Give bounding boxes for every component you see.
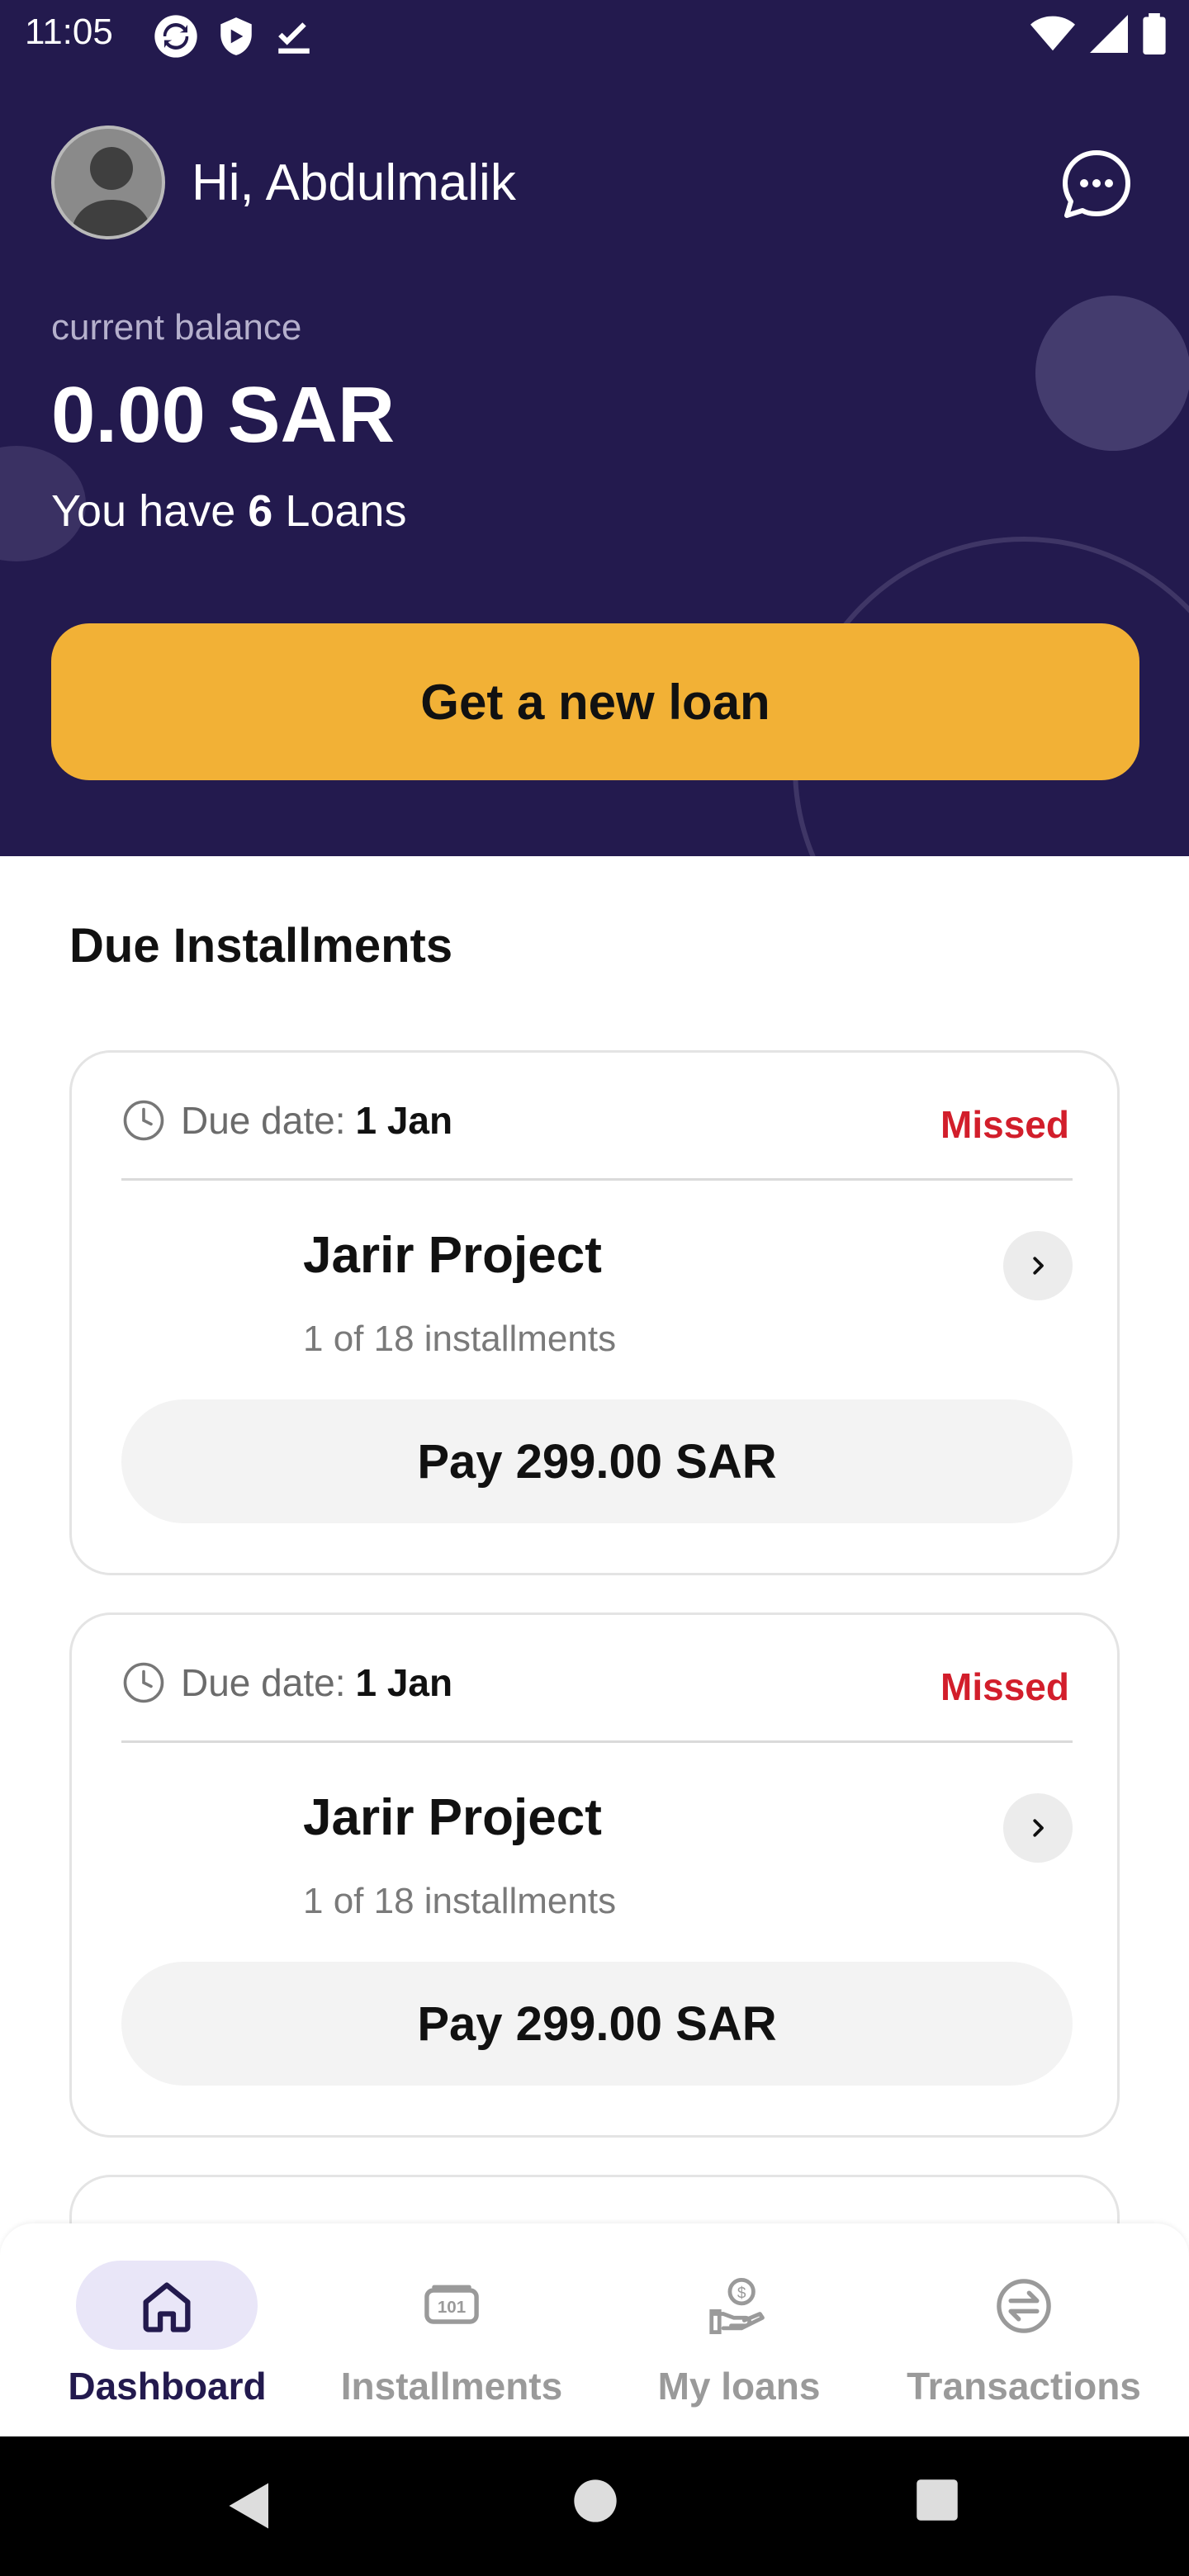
chevron-right-icon [1033,1819,1044,1837]
project-name: Jarir Project [303,1227,602,1284]
user-silhouette-icon [69,147,154,236]
sync-icon [154,15,197,58]
loans-count: 6 [248,486,273,536]
chevron-right-icon [1033,1257,1044,1275]
exchange-icon [997,2279,1051,2333]
nav-label: Transactions [907,2365,1141,2408]
shield-icon [220,17,252,55]
due-date-value: 1 Jan [355,1661,453,1704]
nav-transactions[interactable]: Transactions [896,2223,1152,2436]
nav-label: Dashboard [68,2365,267,2408]
status-bar: 11:05 [0,0,1189,74]
cash-icon: 101 [424,2285,479,2324]
installment-count: 1 of 18 installments [303,1881,617,1921]
divider [121,1178,1073,1181]
due-date-row: Due date: 1 Jan [121,1098,452,1143]
battery-icon [1143,13,1166,54]
project-name: Jarir Project [303,1789,602,1846]
nav-installments[interactable]: 101 Installments [324,2223,580,2436]
status-time: 11:05 [25,12,113,52]
recents-icon[interactable] [915,2478,959,2522]
divider [121,1740,1073,1743]
balance-value: 0.00 SAR [51,371,396,459]
home-icon [143,2282,191,2332]
greeting-text: Hi, Abdulmalik [192,154,516,211]
nav-label: My loans [657,2365,821,2408]
home-circle-icon[interactable] [572,2478,618,2524]
installment-count: 1 of 18 installments [303,1319,617,1359]
svg-text:101: 101 [438,2298,466,2317]
nav-label: Installments [340,2365,563,2408]
nav-my-loans[interactable]: $ My loans [611,2223,867,2436]
avatar[interactable] [51,125,165,239]
clock-icon [123,1662,164,1703]
installment-card: Due date: 1 Jan Missed Jarir Project 1 o… [69,1050,1120,1575]
loans-summary: You have 6 Loans [51,485,406,537]
svg-text:$: $ [737,2285,746,2303]
due-date-label: Due date: [181,1099,346,1142]
nav-dashboard[interactable]: Dashboard [33,2223,301,2436]
clock-icon [123,1100,164,1141]
pay-button[interactable]: Pay 299.00 SAR [121,1962,1073,2086]
get-new-loan-button[interactable]: Get a new loan [51,623,1139,780]
loans-prefix: You have [51,486,236,536]
bottom-navigation: Dashboard 101 Installments $ My loans Tr… [0,2223,1189,2436]
status-badge: Missed [940,1665,1069,1708]
loan-hand-icon: $ [709,2277,765,2335]
chat-bubble-icon [1063,150,1130,218]
open-details-button[interactable] [1003,1231,1073,1300]
balance-label: current balance [51,307,302,348]
back-icon[interactable] [223,2478,272,2534]
status-badge: Missed [940,1103,1069,1146]
wifi-icon [1030,16,1075,51]
loans-suffix: Loans [285,486,407,536]
due-date-row: Due date: 1 Jan [121,1660,452,1705]
signal-icon [1090,15,1128,53]
due-installments-title: Due Installments [69,919,453,973]
check-icon [278,22,310,54]
due-date-value: 1 Jan [355,1099,453,1142]
system-navigation-bar [0,2436,1189,2576]
chat-button[interactable] [1057,144,1136,224]
decorative-circle [1035,296,1189,451]
pay-button[interactable]: Pay 299.00 SAR [121,1399,1073,1523]
dashboard-header: 11:05 Hi, Abdulmalik current balance 0.0… [0,0,1189,856]
due-date-label: Due date: [181,1661,346,1704]
open-details-button[interactable] [1003,1793,1073,1863]
installment-card: Due date: 1 Jan Missed Jarir Project 1 o… [69,1612,1120,2138]
